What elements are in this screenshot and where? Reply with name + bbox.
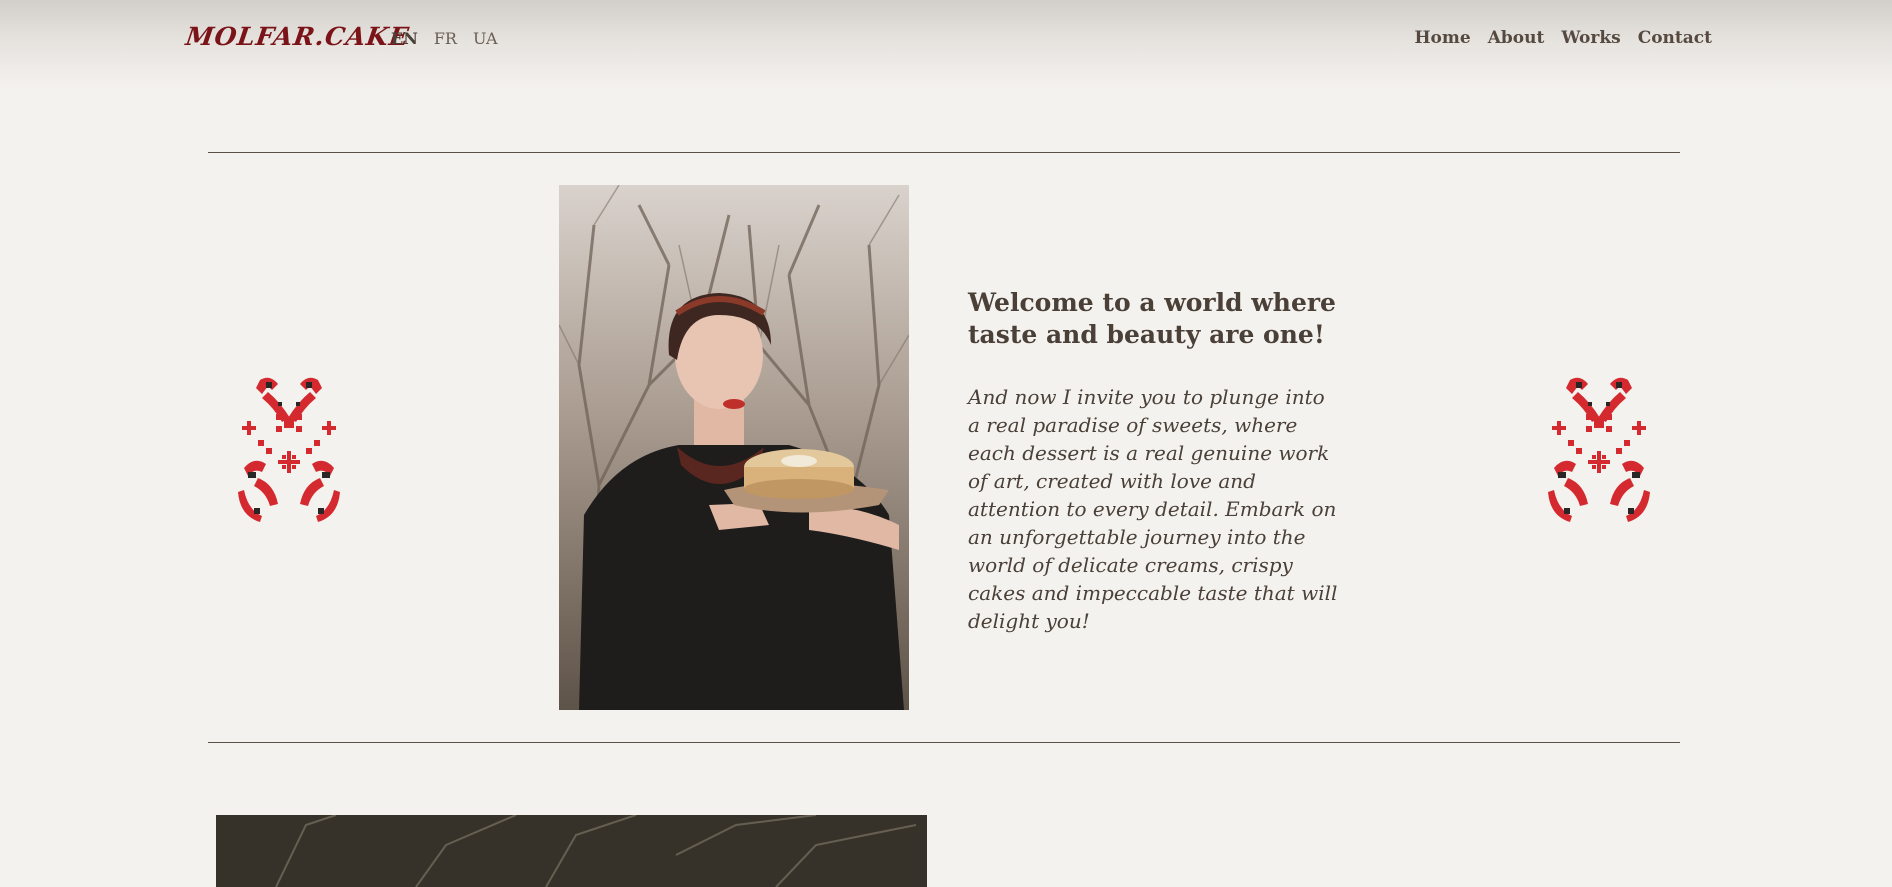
lang-en[interactable]: EN xyxy=(391,29,418,48)
top-divider xyxy=(208,152,1680,153)
language-switcher: EN FR UA xyxy=(391,29,498,48)
lang-ua[interactable]: UA xyxy=(473,29,498,48)
embroidery-ornament-left xyxy=(238,372,340,524)
hero-photo xyxy=(559,185,909,710)
hero-text: And now I invite you to plunge into a re… xyxy=(968,385,1338,633)
nav-contact[interactable]: Contact xyxy=(1638,28,1712,48)
nav-home[interactable]: Home xyxy=(1414,28,1470,48)
site-header: MOLFAR.CAKE EN FR UA Home About Works Co… xyxy=(0,0,1892,90)
nav-works[interactable]: Works xyxy=(1561,28,1620,48)
lang-fr[interactable]: FR xyxy=(434,29,457,48)
nav-about[interactable]: About xyxy=(1488,28,1545,48)
hero-title: Welcome to a world where taste and beaut… xyxy=(968,288,1336,349)
bottom-divider xyxy=(208,742,1680,743)
embroidery-ornament-right xyxy=(1548,372,1650,524)
main-nav: Home About Works Contact xyxy=(1414,28,1712,48)
section-photo xyxy=(216,815,927,887)
site-logo[interactable]: MOLFAR.CAKE xyxy=(184,22,411,51)
